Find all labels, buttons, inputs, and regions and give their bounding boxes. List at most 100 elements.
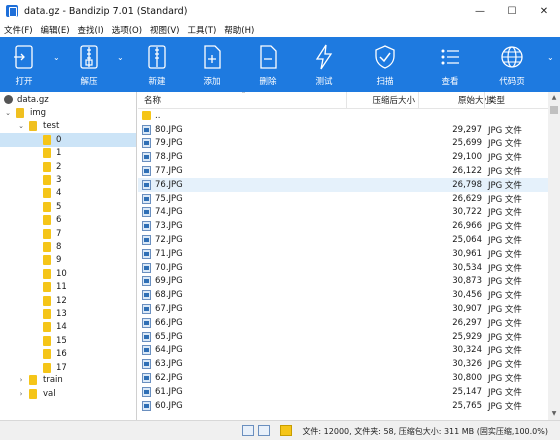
minimize-button[interactable]: — bbox=[464, 0, 496, 22]
file-name: 64.JPG bbox=[155, 345, 183, 356]
codepage-button[interactable]: 代码页 bbox=[482, 37, 542, 92]
column-divider[interactable] bbox=[346, 92, 347, 109]
column-divider[interactable] bbox=[484, 92, 485, 109]
tree-item-img[interactable]: ⌄ img bbox=[0, 106, 136, 119]
tree-item-3[interactable]: 3 bbox=[0, 173, 136, 186]
tree-item-2[interactable]: 2 bbox=[0, 160, 136, 173]
close-button[interactable]: ✕ bbox=[528, 0, 560, 22]
parent-folder-row[interactable]: .. bbox=[138, 109, 548, 123]
file-type: JPG 文件 bbox=[488, 139, 522, 150]
vertical-scrollbar[interactable]: ▲ ▼ bbox=[548, 92, 560, 420]
column-original-size[interactable]: 原始大小 bbox=[458, 94, 492, 106]
tree-item-12[interactable]: 12 bbox=[0, 294, 136, 307]
file-row[interactable]: 61.JPG 25,147 JPG 文件 bbox=[138, 385, 548, 399]
scan-button[interactable]: 扫描 bbox=[352, 37, 418, 92]
test-button[interactable]: 测试 bbox=[296, 37, 352, 92]
lightning-icon bbox=[311, 44, 337, 70]
menu-file[interactable]: 文件(F) bbox=[4, 24, 33, 36]
file-row[interactable]: 62.JPG 30,800 JPG 文件 bbox=[138, 371, 548, 385]
tree-item-8[interactable]: 8 bbox=[0, 240, 136, 253]
tree-item-7[interactable]: 7 bbox=[0, 227, 136, 240]
chevron-right-icon[interactable]: › bbox=[17, 390, 25, 398]
file-row[interactable]: 66.JPG 26,297 JPG 文件 bbox=[138, 316, 548, 330]
column-divider[interactable] bbox=[418, 92, 419, 109]
toolbar-more[interactable]: ⌄ bbox=[542, 37, 560, 92]
file-row[interactable]: 80.JPG 29,297 JPG 文件 bbox=[138, 123, 548, 137]
file-row[interactable]: 70.JPG 30,534 JPG 文件 bbox=[138, 261, 548, 275]
file-row[interactable]: 60.JPG 25,765 JPG 文件 bbox=[138, 399, 548, 413]
tree-item-val[interactable]: › val bbox=[0, 387, 136, 400]
menu-tools[interactable]: 工具(T) bbox=[187, 24, 216, 36]
menu-view[interactable]: 视图(V) bbox=[150, 24, 179, 36]
file-row[interactable]: 74.JPG 30,722 JPG 文件 bbox=[138, 206, 548, 220]
view-button[interactable]: 查看 bbox=[418, 37, 482, 92]
new-button[interactable]: 新建 bbox=[130, 37, 184, 92]
menu-find[interactable]: 查找(I) bbox=[78, 24, 104, 36]
open-label: 打开 bbox=[15, 77, 33, 87]
chevron-down-icon: ⌄ bbox=[117, 53, 124, 62]
menu-help[interactable]: 帮助(H) bbox=[224, 24, 254, 36]
open-button[interactable]: 打开 bbox=[0, 37, 48, 92]
new-archive-icon bbox=[144, 44, 170, 70]
tree-item-train[interactable]: › train bbox=[0, 374, 136, 387]
file-row[interactable]: 63.JPG 30,326 JPG 文件 bbox=[138, 357, 548, 371]
tree-root[interactable]: data.gz bbox=[0, 93, 136, 106]
tree-item-9[interactable]: 9 bbox=[0, 254, 136, 267]
chevron-down-icon[interactable]: ⌄ bbox=[4, 109, 12, 117]
tree-item-15[interactable]: 15 bbox=[0, 334, 136, 347]
extract-dropdown[interactable]: ⌄ bbox=[112, 37, 130, 92]
file-row[interactable]: 71.JPG 30,961 JPG 文件 bbox=[138, 247, 548, 261]
tree-item-6[interactable]: 6 bbox=[0, 214, 136, 227]
file-row[interactable]: 68.JPG 30,456 JPG 文件 bbox=[138, 288, 548, 302]
column-name[interactable]: 名称 bbox=[144, 94, 161, 106]
add-button[interactable]: 添加 bbox=[184, 37, 240, 92]
file-row[interactable]: 64.JPG 30,324 JPG 文件 bbox=[138, 344, 548, 358]
tree-item-14[interactable]: 14 bbox=[0, 321, 136, 334]
file-row[interactable]: 73.JPG 26,966 JPG 文件 bbox=[138, 219, 548, 233]
tree-item-label: 11 bbox=[56, 282, 67, 293]
scroll-up-icon[interactable]: ▲ bbox=[548, 92, 560, 104]
file-row[interactable]: 77.JPG 26,122 JPG 文件 bbox=[138, 164, 548, 178]
tree-item-5[interactable]: 5 bbox=[0, 200, 136, 213]
file-original-size: 26,798 bbox=[452, 179, 482, 190]
scan-label: 扫描 bbox=[376, 77, 394, 87]
maximize-button[interactable]: ☐ bbox=[496, 0, 528, 22]
tree-item-11[interactable]: 11 bbox=[0, 281, 136, 294]
tree-item-1[interactable]: 1 bbox=[0, 147, 136, 160]
file-row[interactable]: 69.JPG 30,873 JPG 文件 bbox=[138, 275, 548, 289]
file-row[interactable]: 76.JPG 26,798 JPG 文件 bbox=[138, 178, 548, 192]
menu-options[interactable]: 选项(O) bbox=[112, 24, 142, 36]
parent-folder-label: .. bbox=[155, 110, 161, 121]
tree-item-10[interactable]: 10 bbox=[0, 267, 136, 280]
column-type[interactable]: 类型 bbox=[488, 94, 505, 106]
file-row[interactable]: 72.JPG 25,064 JPG 文件 bbox=[138, 233, 548, 247]
file-original-size: 30,961 bbox=[452, 248, 482, 259]
extract-button[interactable]: 解压 bbox=[66, 37, 112, 92]
tree-item-0[interactable]: 0 bbox=[0, 133, 136, 147]
file-row[interactable]: 67.JPG 30,907 JPG 文件 bbox=[138, 302, 548, 316]
menu-edit[interactable]: 编辑(E) bbox=[41, 24, 70, 36]
file-original-size: 29,297 bbox=[452, 124, 482, 135]
details-view-icon[interactable] bbox=[242, 425, 254, 436]
tree-item-13[interactable]: 13 bbox=[0, 307, 136, 320]
scroll-down-icon[interactable]: ▼ bbox=[548, 408, 560, 420]
column-compressed-size[interactable]: 压缩后大小 bbox=[372, 94, 415, 106]
chevron-right-icon[interactable]: › bbox=[17, 376, 25, 384]
file-type: JPG 文件 bbox=[488, 153, 522, 164]
list-view-toggle-icon[interactable] bbox=[258, 425, 270, 436]
tree-item-test[interactable]: ⌄ test bbox=[0, 120, 136, 133]
folder-icon bbox=[43, 228, 51, 239]
file-row[interactable]: 79.JPG 25,699 JPG 文件 bbox=[138, 137, 548, 151]
tree-item-16[interactable]: 16 bbox=[0, 348, 136, 361]
chevron-down-icon[interactable]: ⌄ bbox=[17, 122, 25, 130]
folder-icon bbox=[43, 322, 51, 333]
open-dropdown[interactable]: ⌄ bbox=[48, 37, 66, 92]
file-type: JPG 文件 bbox=[488, 125, 522, 136]
tree-item-17[interactable]: 17 bbox=[0, 361, 136, 374]
tree-item-4[interactable]: 4 bbox=[0, 187, 136, 200]
delete-button[interactable]: 删除 bbox=[240, 37, 296, 92]
file-row[interactable]: 78.JPG 29,100 JPG 文件 bbox=[138, 150, 548, 164]
file-row[interactable]: 65.JPG 25,929 JPG 文件 bbox=[138, 330, 548, 344]
scrollbar-thumb[interactable] bbox=[550, 106, 558, 114]
file-row[interactable]: 75.JPG 26,629 JPG 文件 bbox=[138, 192, 548, 206]
